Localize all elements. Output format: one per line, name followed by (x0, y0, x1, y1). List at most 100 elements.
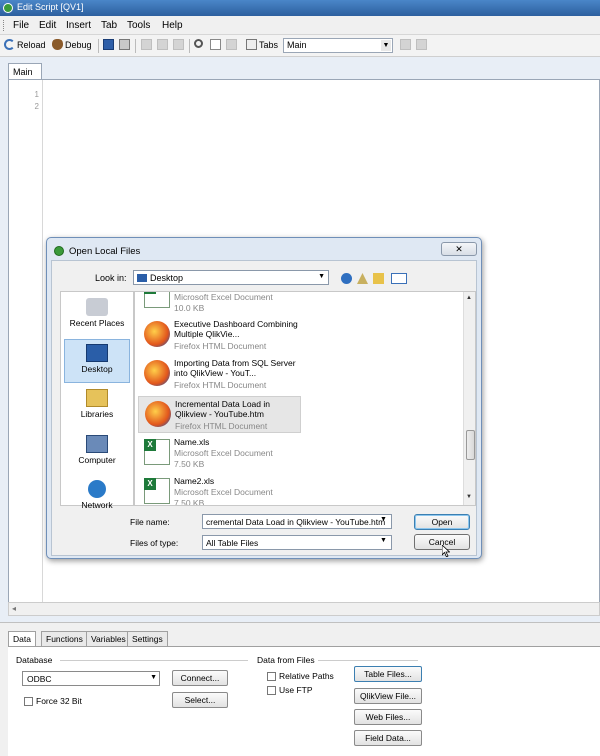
tabs-button[interactable]: Tabs (246, 39, 278, 50)
files-of-type-label: Files of type: (130, 538, 179, 548)
mouse-cursor-icon (442, 545, 450, 557)
back-icon[interactable] (341, 273, 352, 284)
file-size: 10.0 KB (174, 303, 205, 313)
menu-tools[interactable]: Tools (127, 20, 150, 31)
qlikview-file-button[interactable]: QlikView File... (354, 688, 422, 704)
force-32-bit-checkbox[interactable]: Force 32 Bit (24, 696, 82, 706)
scroll-down-icon[interactable]: ▼ (466, 494, 472, 500)
paste-icon[interactable] (173, 39, 184, 50)
copy-icon[interactable] (157, 39, 168, 50)
database-select[interactable]: ODBC ▼ (22, 671, 160, 686)
scroll-left-icon[interactable]: ◂ (12, 604, 16, 613)
line-number: 2 (34, 102, 39, 111)
tab-main[interactable]: Main (8, 63, 42, 80)
save-icon[interactable] (103, 39, 114, 50)
print-icon[interactable] (119, 39, 130, 50)
checkbox-box (24, 696, 33, 706)
places-bar: Recent Places Desktop Libraries Computer… (60, 291, 134, 510)
tab-data[interactable]: Data (8, 631, 36, 647)
line-number-gutter: 1 2 (9, 80, 43, 602)
menu-bar: File Edit Insert Tab Tools Help (0, 16, 600, 35)
bug-icon (52, 39, 63, 50)
chevron-down-icon[interactable]: ▼ (380, 537, 387, 544)
place-label: Computer (78, 455, 116, 465)
chevron-down-icon: ▼ (381, 40, 391, 51)
checkbox-box (267, 685, 276, 695)
expression-icon[interactable] (400, 39, 411, 50)
data-from-files-label: Data from Files (257, 655, 315, 665)
reload-label: Reload (17, 39, 46, 50)
find-icon[interactable] (194, 39, 203, 48)
dialog-body: Look in: Desktop ▼ Recent Places Desktop… (51, 260, 477, 557)
file-name: Incremental Data Load in Qlikview - YouT… (175, 399, 270, 419)
list-item[interactable]: Name2.xls Microsoft Excel Document 7.50 … (138, 474, 301, 505)
relative-paths-label: Relative Paths (279, 671, 334, 681)
file-list-scrollbar[interactable]: ▲ ▼ (463, 292, 475, 505)
cut-icon[interactable] (141, 39, 152, 50)
file-name: Name2.xls (174, 476, 215, 486)
data-panel: Database ODBC ▼ Connect... Select... For… (8, 646, 600, 756)
menu-edit[interactable]: Edit (39, 20, 56, 31)
menu-insert[interactable]: Insert (66, 20, 91, 31)
file-name-input[interactable]: cremental Data Load in Qlikview - YouTub… (202, 514, 392, 529)
list-item[interactable]: Importing Data from SQL Server into Qlik… (138, 356, 301, 393)
chevron-down-icon: ▼ (318, 273, 325, 280)
place-libraries[interactable]: Libraries (64, 385, 130, 429)
view-menu-icon[interactable] (391, 273, 407, 284)
excel-file-icon (144, 478, 170, 504)
horizontal-scrollbar[interactable]: ◂ (8, 602, 600, 616)
qlikview-app-icon (3, 3, 13, 13)
tabs-select[interactable]: Main ▼ (283, 38, 393, 53)
file-name: Executive Dashboard Combining Multiple Q… (174, 319, 298, 339)
field-data-button[interactable]: Field Data... (354, 730, 422, 746)
place-desktop[interactable]: Desktop (64, 339, 130, 383)
list-item[interactable]: Microsoft Excel Document 10.0 KB (138, 292, 301, 315)
place-computer[interactable]: Computer (64, 431, 130, 475)
relative-paths-checkbox[interactable]: Relative Paths (267, 671, 334, 681)
tabs-icon (246, 39, 257, 50)
tab-functions[interactable]: Functions (41, 631, 88, 646)
web-files-button[interactable]: Web Files... (354, 709, 422, 725)
scroll-up-icon[interactable]: ▲ (466, 295, 472, 301)
menu-tab[interactable]: Tab (101, 20, 117, 31)
window-titlebar: Edit Script [QV1] (0, 0, 600, 16)
bottom-pane: Data Functions Variables Settings Databa… (0, 622, 600, 756)
files-of-type-select[interactable]: All Table Files (202, 535, 392, 550)
list-item[interactable]: Name.xls Microsoft Excel Document 7.50 K… (138, 435, 301, 472)
debug-button[interactable]: Debug (52, 39, 92, 50)
tab-settings[interactable]: Settings (127, 631, 168, 646)
list-item-selected[interactable]: Incremental Data Load in Qlikview - YouT… (138, 396, 301, 433)
list-item[interactable]: Executive Dashboard Combining Multiple Q… (138, 317, 301, 354)
up-folder-icon[interactable] (357, 273, 368, 284)
select-button[interactable]: Select... (172, 692, 228, 708)
file-name: Name.xls (174, 437, 210, 447)
chevron-down-icon[interactable]: ▼ (380, 516, 387, 523)
desktop-icon (86, 344, 108, 362)
scroll-thumb[interactable] (466, 430, 475, 460)
connect-button[interactable]: Connect... (172, 670, 228, 686)
toolbar-separator (135, 39, 136, 53)
tab-variables[interactable]: Variables (86, 631, 131, 646)
new-folder-icon[interactable] (373, 273, 384, 284)
open-button[interactable]: Open (414, 514, 470, 530)
table-files-button[interactable]: Table Files... (354, 666, 422, 682)
recent-places-icon (86, 298, 108, 316)
menu-grip-icon (3, 20, 6, 31)
file-type: Microsoft Excel Document (174, 487, 273, 497)
file-size: 7.50 KB (174, 459, 205, 469)
place-recent-places[interactable]: Recent Places (64, 294, 130, 338)
menu-help[interactable]: Help (162, 20, 183, 31)
use-ftp-checkbox[interactable]: Use FTP (267, 685, 313, 695)
firefox-file-icon (145, 401, 171, 427)
debug-label: Debug (65, 39, 92, 50)
desktop-icon (137, 274, 147, 282)
syntax-check-icon[interactable] (416, 39, 427, 50)
reload-button[interactable]: Reload (4, 39, 46, 50)
excel-file-icon (144, 292, 170, 308)
promote-tab-icon[interactable] (226, 39, 237, 50)
place-network[interactable]: Network (64, 476, 130, 520)
look-in-select[interactable]: Desktop ▼ (133, 270, 329, 285)
new-tab-icon[interactable] (210, 39, 221, 50)
menu-file[interactable]: File (13, 20, 29, 31)
close-button[interactable]: ✕ (441, 242, 477, 256)
